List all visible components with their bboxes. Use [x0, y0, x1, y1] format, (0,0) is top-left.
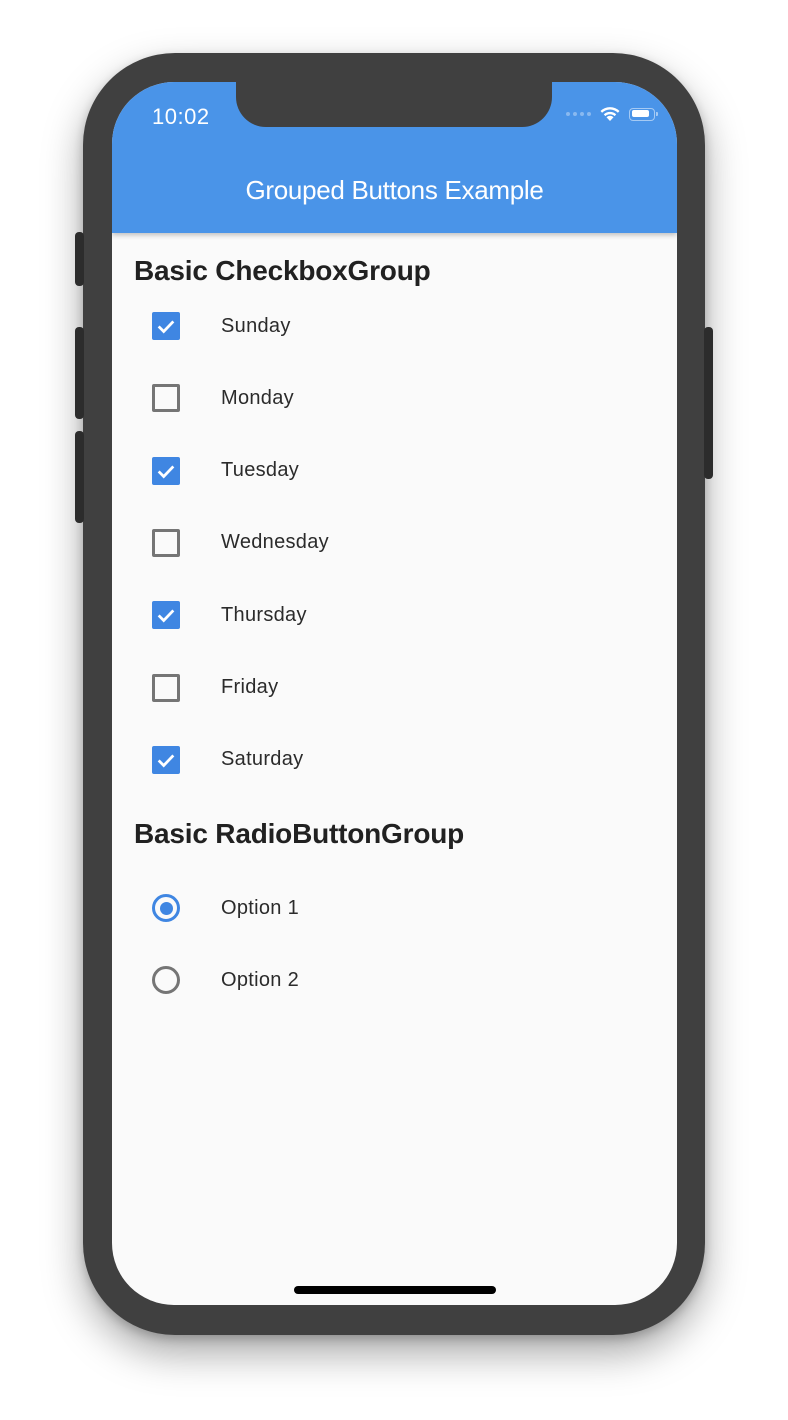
checkbox-item-friday[interactable]: Friday [152, 668, 278, 708]
screen: 10:02 Grouped Buttons Example Basic Chec… [112, 82, 677, 1305]
radio-label: Option 2 [221, 968, 300, 991]
wifi-icon [600, 107, 620, 121]
checkmark-icon [157, 609, 175, 623]
radio-label: Option 1 [221, 896, 300, 919]
checkbox-checked[interactable] [152, 456, 180, 485]
checkbox-label: Tuesday [221, 459, 300, 482]
checkbox-label: Saturday [221, 748, 304, 771]
checkbox-checked[interactable] [152, 312, 180, 340]
checkbox-label: Monday [221, 386, 294, 409]
status-time: 10:02 [152, 104, 210, 129]
radio-selected[interactable] [152, 894, 180, 922]
checkbox-label: Sunday [221, 314, 291, 337]
cellular-signal-icon [566, 112, 591, 116]
home-indicator[interactable] [294, 1286, 496, 1294]
checkbox-item-wednesday[interactable]: Wednesday [152, 523, 329, 563]
battery-icon [629, 107, 658, 121]
checkmark-icon [157, 465, 175, 479]
checkmark-icon [157, 754, 175, 768]
radio-item-option-2[interactable]: Option 2 [152, 960, 299, 1000]
checkbox-checked[interactable] [152, 601, 180, 630]
checkbox-unchecked[interactable] [152, 528, 180, 557]
volume-down-button [75, 431, 84, 523]
checkbox-label: Thursday [221, 603, 307, 626]
checkmark-icon [157, 320, 175, 334]
radio-group-title: Basic RadioButtonGroup [134, 818, 465, 849]
silent-switch [75, 232, 84, 286]
checkbox-item-thursday[interactable]: Thursday [152, 595, 307, 635]
checkbox-checked[interactable] [152, 745, 180, 774]
checkbox-item-monday[interactable]: Monday [152, 378, 294, 418]
checkbox-label: Friday [221, 676, 279, 698]
checkbox-label: Wednesday [221, 531, 329, 554]
checkbox-item-saturday[interactable]: Saturday [152, 740, 303, 780]
checkbox-item-sunday[interactable]: Sunday [152, 306, 291, 346]
checkbox-unchecked[interactable] [152, 673, 180, 702]
power-button [704, 327, 713, 479]
status-icons [566, 106, 658, 122]
notch [236, 82, 552, 127]
volume-up-button [75, 327, 84, 419]
radio-unselected[interactable] [152, 966, 180, 994]
checkbox-group-title: Basic CheckboxGroup [134, 255, 431, 286]
checkbox-unchecked[interactable] [152, 384, 180, 413]
checkbox-item-tuesday[interactable]: Tuesday [152, 451, 299, 491]
radio-item-option-1[interactable]: Option 1 [152, 888, 299, 928]
page-title: Grouped Buttons Example [245, 175, 544, 205]
